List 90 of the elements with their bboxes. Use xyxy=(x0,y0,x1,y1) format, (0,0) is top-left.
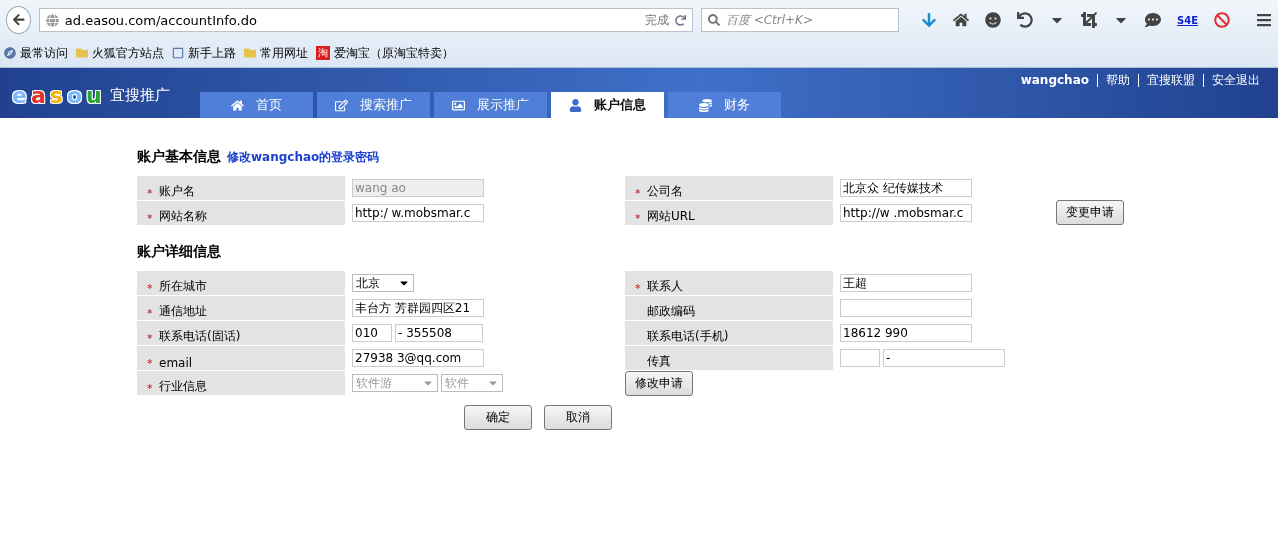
field-label: email xyxy=(159,356,193,370)
required-mark: * xyxy=(147,307,153,320)
menu-icon[interactable] xyxy=(1256,12,1272,28)
modify-request-button[interactable]: 修改申请 xyxy=(625,370,693,396)
image-icon xyxy=(451,98,465,112)
text-field[interactable]: 王超 xyxy=(840,274,972,292)
nav-tab[interactable]: 展示推广 xyxy=(433,92,547,118)
required-mark: * xyxy=(147,382,153,395)
bookmark[interactable]: 最常访问 xyxy=(4,44,68,62)
folder-icon xyxy=(244,47,256,59)
city-select[interactable]: 北京 xyxy=(352,274,414,292)
field-label: 联系电话(固话) xyxy=(159,328,241,345)
text-field[interactable]: 27938 3@qq.com xyxy=(352,349,484,367)
logo-letter: u xyxy=(86,83,102,108)
chat-icon[interactable] xyxy=(1145,12,1161,28)
field-label: 传真 xyxy=(647,353,671,370)
number-field[interactable]: - xyxy=(883,349,1005,367)
required-mark: * xyxy=(147,212,153,225)
required-mark: * xyxy=(635,212,641,225)
logo-letter: s xyxy=(49,83,63,108)
download-icon[interactable] xyxy=(921,12,937,28)
crop-icon[interactable] xyxy=(1081,12,1097,28)
required-mark: * xyxy=(147,187,153,200)
bookmark[interactable]: 火狐官方站点 xyxy=(76,44,164,62)
nav-tab[interactable]: 首页 xyxy=(199,92,313,118)
required-mark: * xyxy=(147,332,153,345)
text-field[interactable] xyxy=(840,299,972,317)
blocked-icon[interactable] xyxy=(1214,12,1230,28)
header-link[interactable]: 宜搜联盟 xyxy=(1138,74,1195,87)
search-field[interactable]: 百度 <Ctrl+K> xyxy=(700,8,899,32)
field-label: 所在城市 xyxy=(159,278,207,295)
reload-icon[interactable] xyxy=(674,14,686,26)
field-label: 联系人 xyxy=(647,278,683,295)
confirm-button[interactable]: 确定 xyxy=(464,405,532,430)
text-field[interactable]: http:/ w.mobsmar.c xyxy=(352,204,484,222)
required-mark: * xyxy=(635,282,641,295)
section-title: 账户详细信息 xyxy=(137,243,221,261)
password-link[interactable]: 修改wangchao的登录密码 xyxy=(227,148,380,166)
field-label: 行业信息 xyxy=(159,378,207,395)
header-link[interactable]: wangchao xyxy=(1020,74,1089,87)
cancel-button[interactable]: 取消 xyxy=(544,405,612,430)
field-label: 联系电话(手机) xyxy=(647,328,729,345)
field-label: 通信地址 xyxy=(159,303,207,320)
required-mark: * xyxy=(147,357,153,370)
nav-tab[interactable]: 账户信息 xyxy=(550,92,664,118)
header-link[interactable]: 安全退出 xyxy=(1203,74,1260,87)
user-icon xyxy=(568,98,582,112)
nav-tab[interactable]: 财务 xyxy=(667,92,781,118)
undo-icon[interactable] xyxy=(1017,12,1033,28)
logo-letter: e xyxy=(12,83,27,108)
number-field[interactable]: - 355508 xyxy=(395,324,483,342)
required-mark: * xyxy=(635,187,641,200)
required-mark: * xyxy=(147,282,153,295)
nav-tab[interactable]: 搜索推广 xyxy=(316,92,430,118)
edit-icon xyxy=(334,98,348,112)
search-icon xyxy=(707,14,720,26)
text-field[interactable]: 丰台方 芳群园四区21 xyxy=(352,299,484,317)
text-field[interactable]: 18612 990 xyxy=(840,324,972,342)
addon-button[interactable]: S4E xyxy=(1177,14,1198,26)
field-label: 邮政编码 xyxy=(647,303,695,320)
brand-badge: 淘 xyxy=(316,46,330,60)
logo-letter: a xyxy=(30,83,46,108)
field-label: 网站URL xyxy=(647,208,695,225)
header-link[interactable]: 帮助 xyxy=(1097,74,1130,87)
smiley-icon[interactable] xyxy=(985,12,1001,28)
bookmark[interactable]: 新手上路 xyxy=(172,44,236,62)
home-icon[interactable] xyxy=(953,12,969,28)
change-request-button[interactable]: 变更申请 xyxy=(1056,200,1124,225)
field-label: 网站名称 xyxy=(159,208,207,225)
status-text: 完成 xyxy=(644,11,669,29)
globe-icon xyxy=(45,13,59,27)
logo-letter: o xyxy=(66,83,82,108)
section-title: 账户基本信息 xyxy=(137,148,221,166)
home-icon xyxy=(230,98,244,112)
compass-icon xyxy=(4,47,16,59)
back-button[interactable] xyxy=(6,6,31,34)
brand-name: 宜搜推广 xyxy=(109,86,170,105)
text-field[interactable]: 北京众 纪传媒技术 xyxy=(840,179,972,197)
bookmark[interactable]: 常用网址 xyxy=(244,44,308,62)
folder-icon xyxy=(76,47,88,59)
coins-icon xyxy=(698,98,712,112)
blank-page-icon xyxy=(172,47,184,59)
field-label: 账户名 xyxy=(159,183,195,200)
text-field[interactable]: http://w .mobsmar.c xyxy=(840,204,972,222)
back-icon xyxy=(11,13,26,27)
field-label: 公司名 xyxy=(647,183,683,200)
address-bar[interactable]: ad.easou.com/accountInfo.do 完成 xyxy=(38,8,693,32)
area-code-field[interactable]: 010 xyxy=(352,324,392,342)
bookmark[interactable]: 淘 爱淘宝（原淘宝特卖） xyxy=(316,44,454,62)
area-code-field[interactable] xyxy=(840,349,880,367)
